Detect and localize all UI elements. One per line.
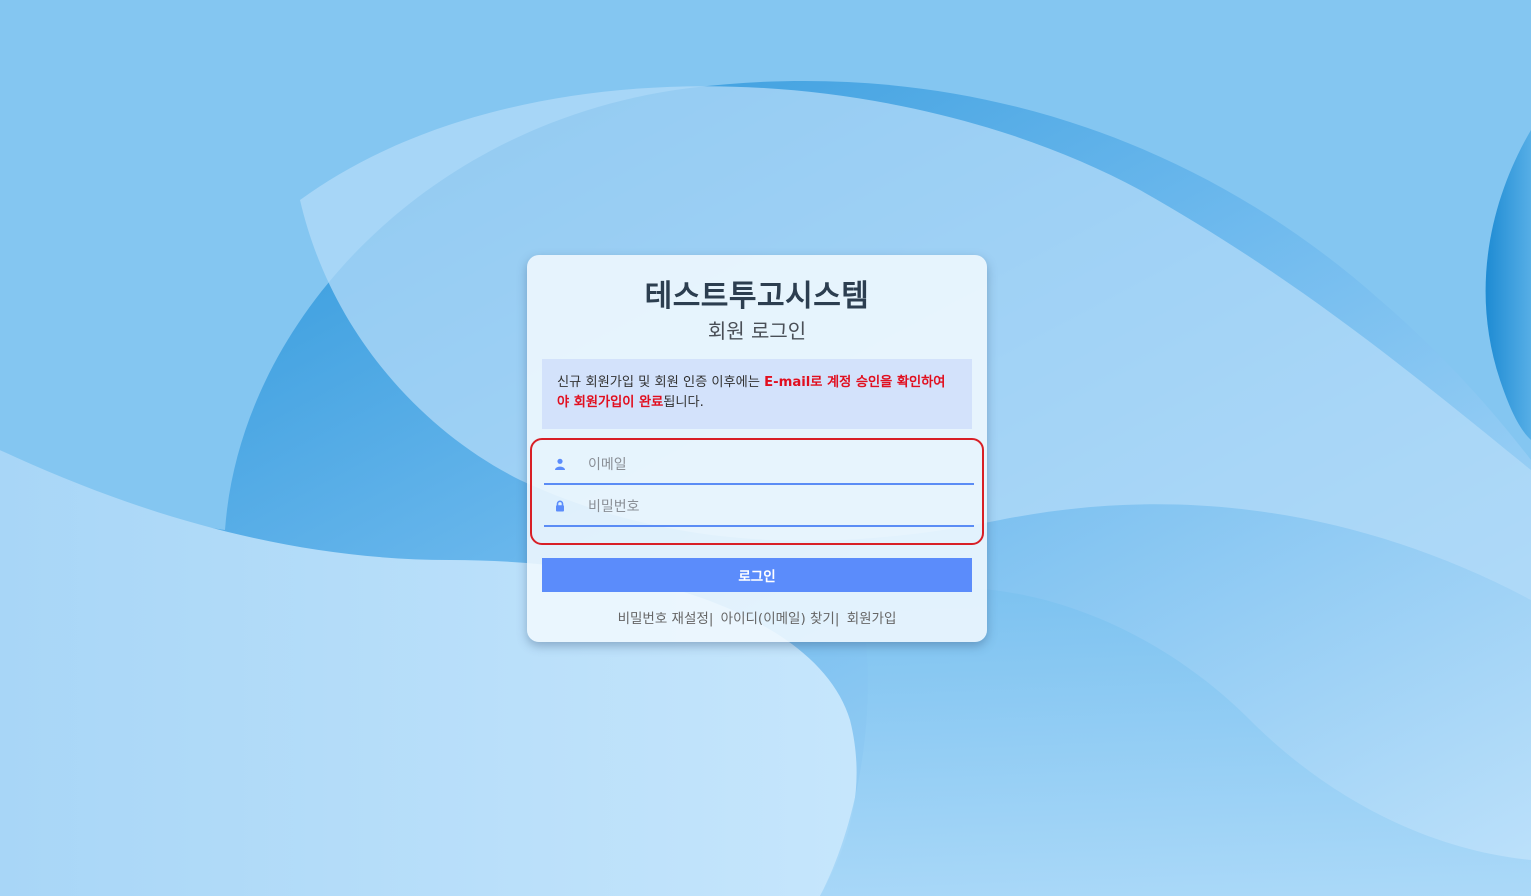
login-card: 테스트투고시스템 회원 로그인 신규 회원가입 및 회원 인증 이후에는 E-m… xyxy=(527,255,987,642)
user-icon xyxy=(555,458,565,470)
link-separator: | xyxy=(708,611,714,627)
login-button[interactable]: 로그인 xyxy=(542,558,972,592)
signup-notice: 신규 회원가입 및 회원 인증 이후에는 E-mail로 계정 승인을 확인하여… xyxy=(542,359,972,429)
find-id-link[interactable]: 아이디(이메일) 찾기 xyxy=(721,611,835,627)
reset-password-link[interactable]: 비밀번호 재설정 xyxy=(618,611,709,627)
lock-icon xyxy=(556,500,564,512)
credentials-group xyxy=(530,438,984,545)
notice-text-end: 됩니다. xyxy=(663,395,704,410)
app-title: 테스트투고시스템 xyxy=(644,279,870,314)
notice-text: 신규 회원가입 및 회원 인증 이후에는 xyxy=(557,375,765,390)
signup-link[interactable]: 회원가입 xyxy=(847,611,897,627)
password-field xyxy=(544,487,974,527)
login-subtitle: 회원 로그인 xyxy=(707,319,807,343)
email-field xyxy=(544,445,974,485)
account-links: 비밀번호 재설정| 아이디(이메일) 찾기| 회원가입 xyxy=(527,607,987,627)
password-input[interactable] xyxy=(588,495,958,519)
email-input[interactable] xyxy=(588,453,958,477)
link-separator: | xyxy=(834,611,840,627)
